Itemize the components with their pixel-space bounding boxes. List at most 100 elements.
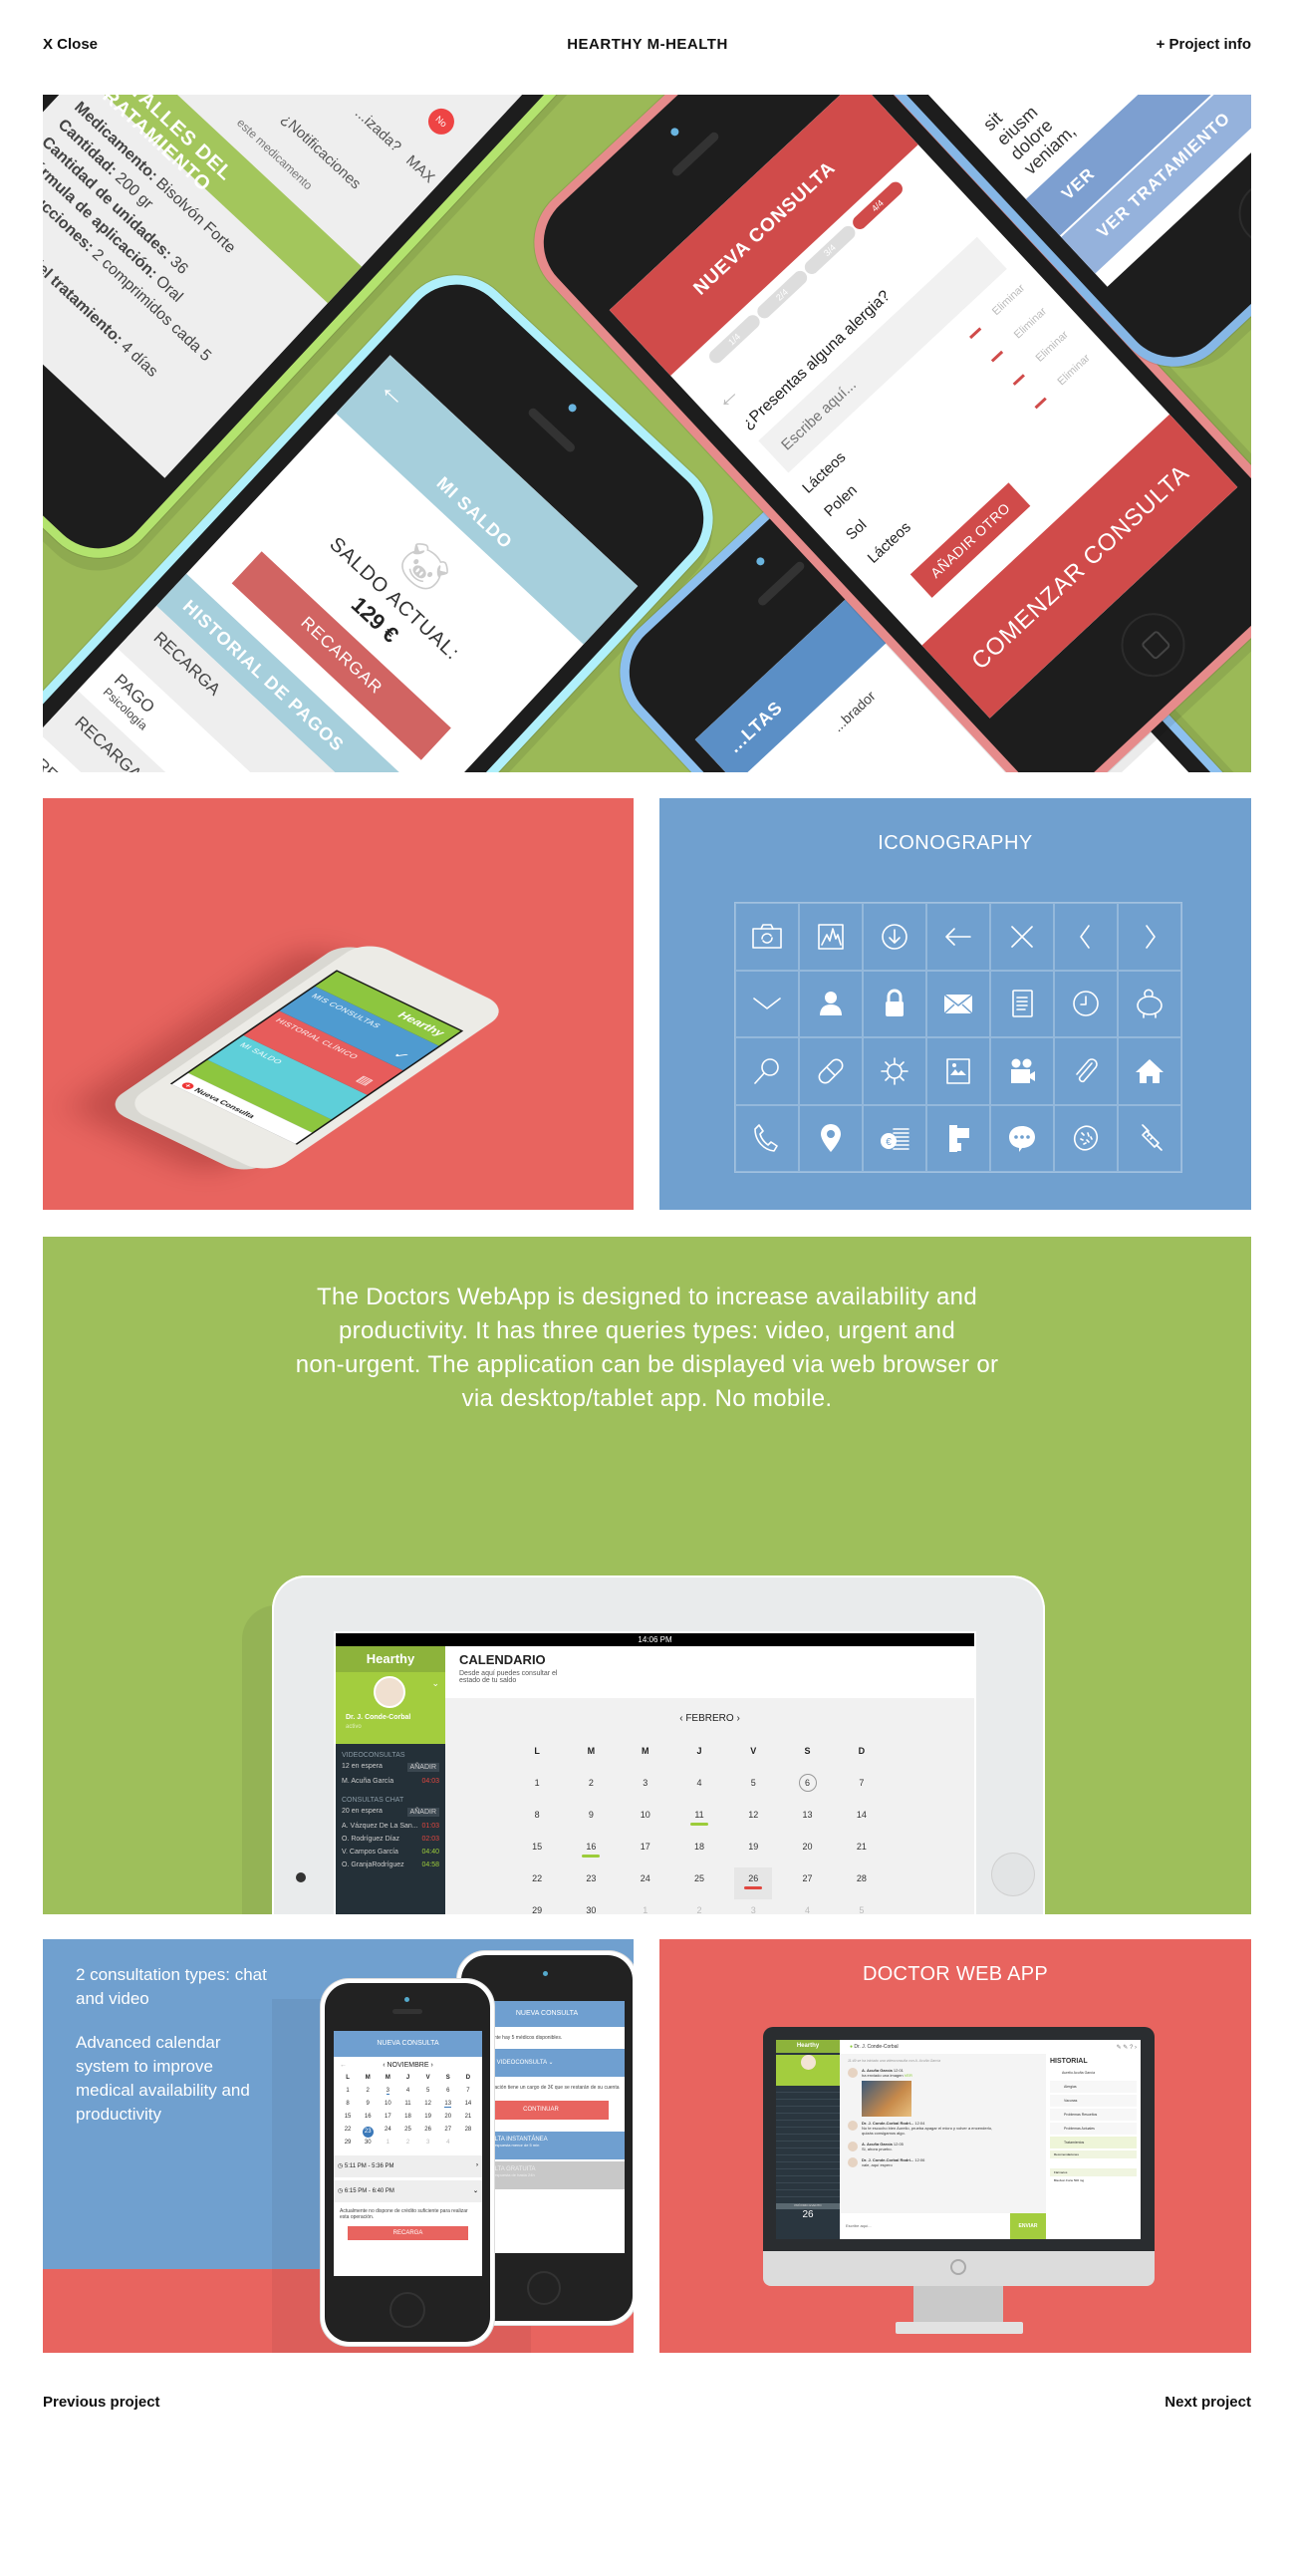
calendar-day[interactable]: 5 bbox=[418, 2088, 438, 2101]
calendar-day[interactable]: 7 bbox=[458, 2088, 478, 2101]
calendar-day[interactable]: 6 bbox=[780, 1774, 834, 1810]
calendar-day[interactable]: 6 bbox=[438, 2088, 458, 2101]
history-item[interactable]: Vacunas bbox=[1050, 2095, 1137, 2107]
calendar-day[interactable]: 3 bbox=[418, 2140, 438, 2152]
calendar-day[interactable]: 1 bbox=[619, 1905, 672, 1914]
history-item[interactable]: Alergias bbox=[1050, 2081, 1137, 2093]
calendar-day[interactable]: 10 bbox=[378, 2101, 397, 2114]
calendar-day[interactable]: 14 bbox=[835, 1810, 889, 1842]
calendar-day[interactable]: 15 bbox=[510, 1842, 564, 1873]
calendar-day[interactable]: 2 bbox=[672, 1905, 726, 1914]
calendar-day[interactable]: 22 bbox=[510, 1873, 564, 1905]
recharge-button[interactable]: RECARGA bbox=[348, 2226, 468, 2240]
patient-row[interactable]: V. Campos García 04:40 bbox=[342, 1849, 439, 1856]
calendar-day[interactable]: 27 bbox=[438, 2127, 458, 2140]
patient-row[interactable]: A. Vázquez De La San... 01:03 bbox=[342, 1823, 439, 1830]
calendar-day[interactable]: 26 bbox=[418, 2127, 438, 2140]
calendar-day[interactable]: 9 bbox=[564, 1810, 618, 1842]
calendar-day[interactable]: 18 bbox=[397, 2114, 417, 2127]
recommendations-section[interactable]: Recomendaciones bbox=[1050, 2150, 1137, 2158]
calendar-day[interactable]: 29 bbox=[510, 1905, 564, 1914]
calendar-day[interactable]: 12 bbox=[418, 2101, 438, 2114]
calendar-day[interactable]: 11 bbox=[397, 2101, 417, 2114]
patient-row[interactable]: O. GranjaRodríguez 04:58 bbox=[342, 1861, 439, 1868]
add-video-button[interactable]: AÑADIR bbox=[406, 1763, 439, 1772]
calendar-day[interactable]: 11 bbox=[672, 1810, 726, 1842]
calendar-day[interactable]: 16 bbox=[358, 2114, 378, 2127]
calendar-day[interactable]: 29 bbox=[338, 2140, 358, 2152]
calendar-day[interactable]: 13 bbox=[438, 2101, 458, 2114]
calendar-day[interactable]: 4 bbox=[672, 1778, 726, 1810]
calendar-day[interactable]: 18 bbox=[672, 1842, 726, 1873]
calendar-day[interactable]: 17 bbox=[619, 1842, 672, 1873]
history-item[interactable]: Tratamientos bbox=[1050, 2137, 1137, 2148]
calendar-day[interactable]: 8 bbox=[510, 1810, 564, 1842]
calendar-day[interactable]: 25 bbox=[672, 1873, 726, 1905]
calendar-day[interactable]: 2 bbox=[358, 2088, 378, 2101]
calendar-day[interactable]: 1 bbox=[338, 2088, 358, 2101]
calendar-day[interactable]: 19 bbox=[418, 2114, 438, 2127]
calendar-day[interactable]: 2 bbox=[564, 1778, 618, 1810]
calendar-day[interactable]: 21 bbox=[458, 2114, 478, 2127]
calendar-day[interactable]: 24 bbox=[378, 2127, 397, 2140]
minus-icon[interactable] bbox=[1012, 374, 1025, 386]
history-item[interactable]: Problemas Actuales bbox=[1050, 2123, 1137, 2135]
calendar-day[interactable]: 22 bbox=[338, 2127, 358, 2140]
calendar-day[interactable]: 2 bbox=[397, 2140, 417, 2152]
history-item[interactable]: Problemas Resueltos bbox=[1050, 2109, 1137, 2121]
calendar-day[interactable]: 5 bbox=[835, 1905, 889, 1914]
project-info-link[interactable]: + Project info bbox=[1157, 36, 1251, 53]
calendar-day[interactable]: 20 bbox=[438, 2114, 458, 2127]
calendar-day[interactable]: 1 bbox=[510, 1778, 564, 1810]
add-chat-button[interactable]: AÑADIR bbox=[406, 1808, 439, 1817]
back-arrow-icon[interactable]: ← bbox=[706, 376, 746, 416]
calendar-day[interactable]: 16 bbox=[564, 1842, 618, 1873]
calendar-day[interactable]: 24 bbox=[619, 1873, 672, 1905]
calendar-day[interactable]: 27 bbox=[780, 1873, 834, 1905]
toolbar-icons[interactable]: ✎ ✎ ? › bbox=[1050, 2044, 1137, 2058]
patient-row[interactable]: O. Rodríguez Díaz 02:03 bbox=[342, 1836, 439, 1843]
chat-input[interactable]: Escribe aquí... bbox=[840, 2213, 1010, 2239]
calendar-day[interactable]: 9 bbox=[358, 2101, 378, 2114]
calendar-day[interactable]: 20 bbox=[780, 1842, 834, 1873]
calendar-day[interactable]: 23 bbox=[358, 2127, 378, 2140]
minus-icon[interactable] bbox=[969, 327, 982, 340]
close-link[interactable]: X Close bbox=[43, 36, 98, 53]
calendar-day[interactable]: 7 bbox=[835, 1778, 889, 1810]
calendar-day[interactable]: 28 bbox=[458, 2127, 478, 2140]
calendar-day[interactable]: 8 bbox=[338, 2101, 358, 2114]
calendar-day[interactable]: 4 bbox=[780, 1905, 834, 1914]
calendar-day[interactable]: 26 bbox=[734, 1867, 773, 1899]
minus-icon[interactable] bbox=[990, 350, 1004, 363]
calendar-day[interactable]: 21 bbox=[835, 1842, 889, 1873]
previous-project-link[interactable]: Previous project bbox=[43, 2394, 160, 2411]
drugs-section[interactable]: Fármacos bbox=[1050, 2168, 1137, 2176]
calendar-day[interactable]: 28 bbox=[835, 1873, 889, 1905]
calendar-day[interactable]: 5 bbox=[726, 1778, 780, 1810]
doctor-profile[interactable]: ⌄ Dr. J. Conde-Corbal activo bbox=[336, 1672, 445, 1744]
calendar-day[interactable]: 25 bbox=[397, 2127, 417, 2140]
calendar-day[interactable]: 4 bbox=[438, 2140, 458, 2152]
calendar-day[interactable]: 3 bbox=[726, 1905, 780, 1914]
calendar-day[interactable]: 30 bbox=[358, 2140, 378, 2152]
home-button[interactable] bbox=[991, 1853, 1035, 1896]
remove-link[interactable]: Eliminar bbox=[990, 282, 1027, 318]
calendar-day[interactable]: 15 bbox=[338, 2114, 358, 2127]
calendar-day[interactable]: 12 bbox=[726, 1810, 780, 1842]
calendar-day[interactable]: 17 bbox=[378, 2114, 397, 2127]
next-month-icon[interactable]: › bbox=[429, 2062, 432, 2069]
time-slot[interactable]: ◷ 6:15 PM - 6:40 PM ⌄ bbox=[334, 2180, 482, 2202]
toggle-no[interactable]: No bbox=[422, 103, 460, 141]
patient-row[interactable]: M. Acuña García 04:03 bbox=[342, 1778, 439, 1785]
calendar-day[interactable]: 10 bbox=[619, 1810, 672, 1842]
calendar-day[interactable]: 4 bbox=[397, 2088, 417, 2101]
view-link[interactable]: VER bbox=[905, 2073, 912, 2078]
chevron-down-icon[interactable]: ⌄ bbox=[431, 1678, 439, 1689]
calendar-day[interactable]: 3 bbox=[378, 2088, 397, 2101]
calendar-day[interactable]: 3 bbox=[619, 1778, 672, 1810]
calendar-day[interactable]: 23 bbox=[564, 1873, 618, 1905]
calendar-day[interactable]: 14 bbox=[458, 2101, 478, 2114]
calendar-day[interactable]: 13 bbox=[780, 1810, 834, 1842]
calendar-day[interactable]: 30 bbox=[564, 1905, 618, 1914]
send-button[interactable]: ENVIAR bbox=[1010, 2213, 1046, 2239]
